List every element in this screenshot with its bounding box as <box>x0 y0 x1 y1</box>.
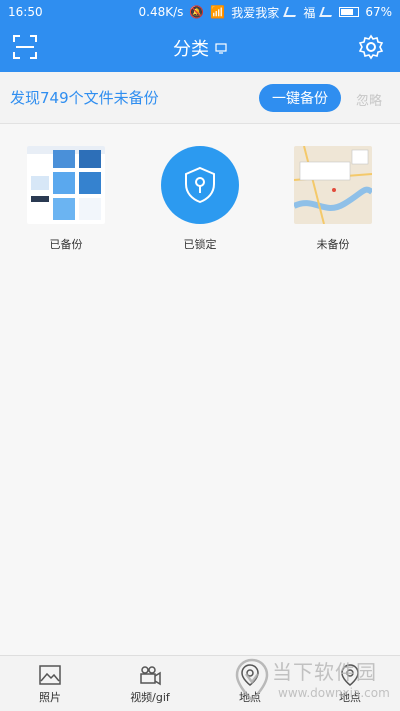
nav-video-label: 视频/gif <box>130 690 170 704</box>
nav-places-2[interactable]: 地点 <box>300 656 400 711</box>
category-label: 已锁定 <box>183 238 217 251</box>
battery-icon <box>339 7 360 17</box>
ignore-button[interactable]: 忽略 <box>356 90 382 109</box>
bottom-nav: 照片 视频/gif 地点 地点 <box>0 655 400 711</box>
nav-places-label: 地点 <box>239 690 261 704</box>
backup-message: 发现749个文件未备份 <box>10 89 159 107</box>
photo-icon <box>39 664 61 685</box>
location-pin-icon <box>241 663 259 686</box>
signal2-icon <box>319 7 336 17</box>
not-backed-up-thumbnail <box>294 146 372 224</box>
scan-button[interactable] <box>12 34 38 60</box>
mute-icon: 🔕 <box>189 5 205 19</box>
scan-icon <box>13 35 37 59</box>
backed-up-thumbnail <box>27 146 105 224</box>
settings-button[interactable] <box>358 34 384 60</box>
video-camera-icon <box>140 665 161 685</box>
category-label: 未备份 <box>316 238 350 251</box>
nav-photos-label: 照片 <box>39 690 61 704</box>
one-key-backup-button[interactable]: 一键备份 <box>259 84 341 112</box>
nav-photos[interactable]: 照片 <box>0 656 100 711</box>
signal-icon <box>283 7 300 17</box>
category-locked[interactable]: 已锁定 <box>140 146 260 256</box>
page-title: 分类 <box>173 39 209 60</box>
location-pin-icon <box>341 663 359 686</box>
category-not-backed-up[interactable]: 未备份 <box>273 146 393 256</box>
backup-banner: 发现749个文件未备份 一键备份 忽略 <box>0 72 400 124</box>
locked-circle <box>161 146 239 224</box>
gear-icon <box>358 34 384 60</box>
status-bar: 16:50 0.48K/s 🔕 📶 我爱我家 福 67% <box>0 0 400 24</box>
header: 分类 <box>0 24 400 72</box>
nav-places[interactable]: 地点 <box>200 656 300 711</box>
category-backed-up[interactable]: 已备份 <box>6 146 126 256</box>
shield-lock-icon <box>185 166 215 204</box>
network-speed: 0.48K/s <box>138 5 184 19</box>
nav-video[interactable]: 视频/gif <box>100 656 200 711</box>
nav-places2-label: 地点 <box>339 690 361 704</box>
title-wrap[interactable]: 分类 <box>173 35 227 61</box>
status-time: 16:50 <box>8 5 43 19</box>
monitor-icon <box>215 43 227 54</box>
carrier-name: 我爱我家 <box>231 5 280 20</box>
carrier2-name: 福 <box>303 5 316 20</box>
wifi-icon: 📶 <box>210 5 226 19</box>
battery-percent: 67% <box>365 5 392 19</box>
category-label: 已备份 <box>49 238 83 251</box>
